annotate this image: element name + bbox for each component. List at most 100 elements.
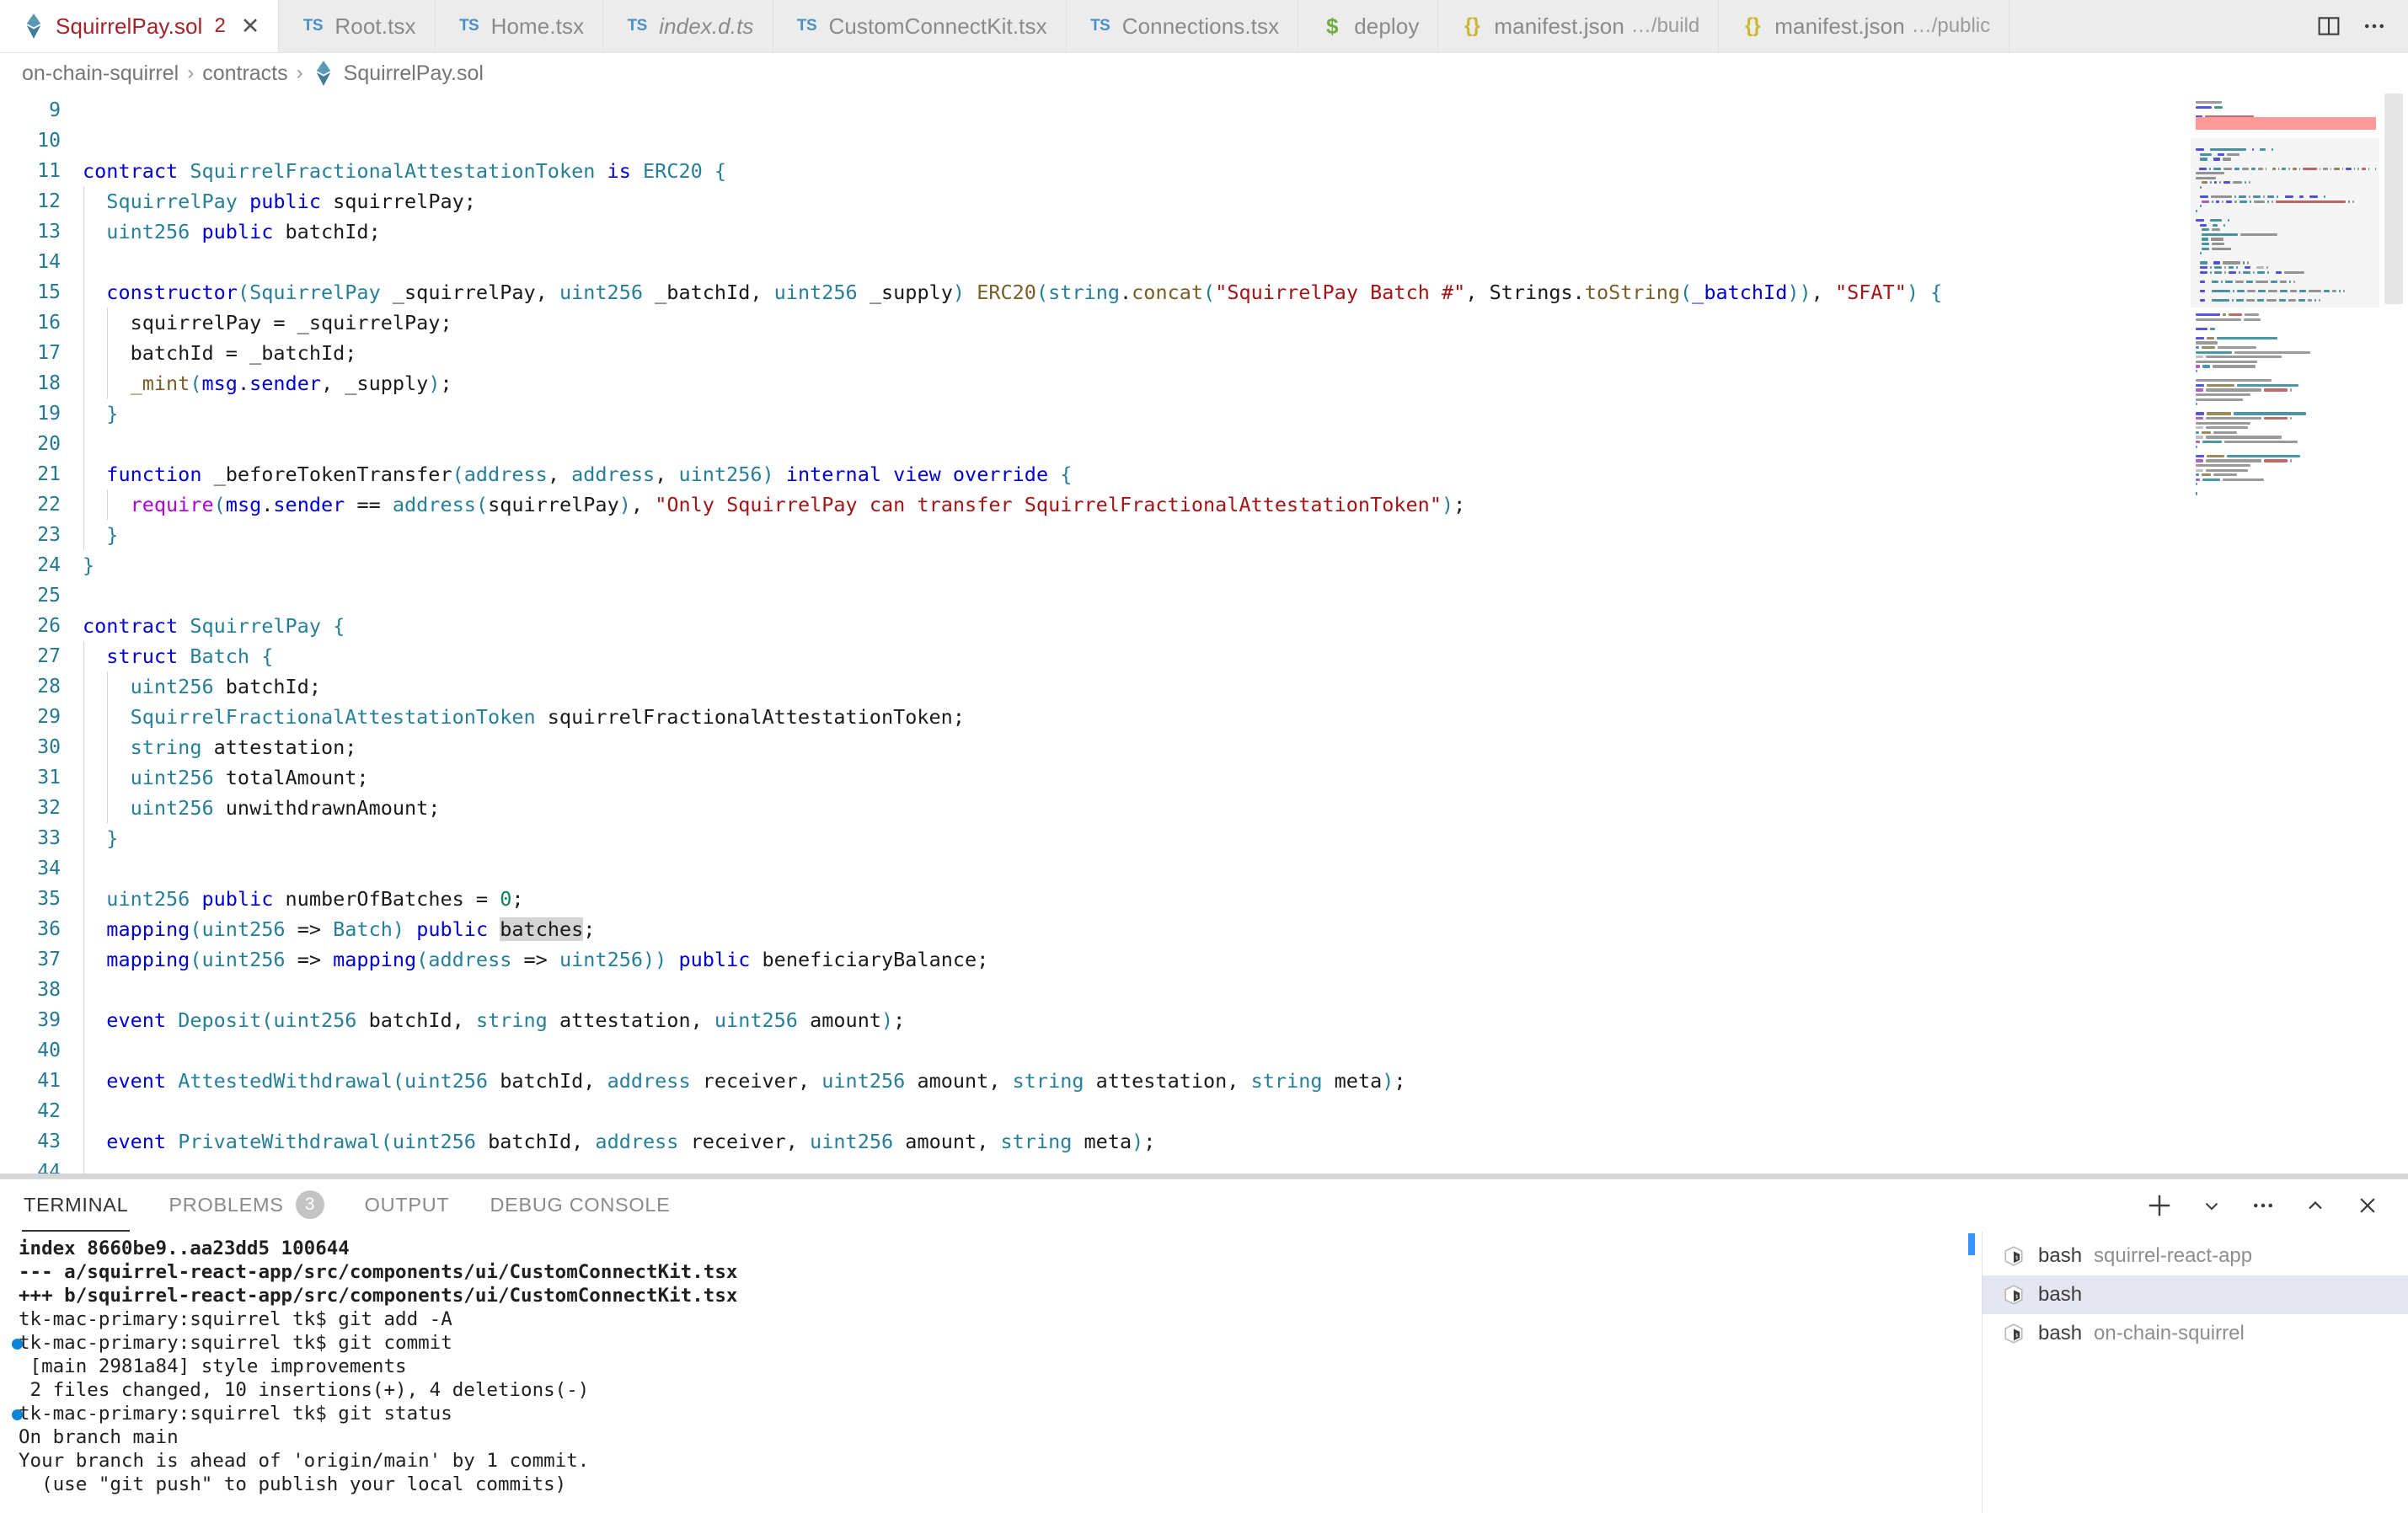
code-line[interactable]: } <box>83 823 2408 853</box>
panel-tab-output[interactable]: OUTPUT <box>363 1179 452 1232</box>
new-terminal-icon[interactable] <box>2147 1193 2172 1218</box>
breadcrumb-label: contracts <box>202 61 288 85</box>
code-token: uint256 <box>130 796 214 820</box>
breadcrumb-item-1[interactable]: contracts <box>202 61 287 86</box>
code-line[interactable]: mapping(uint256 => Batch) public batches… <box>83 914 2408 944</box>
line-number: 33 <box>37 827 61 849</box>
code-line[interactable] <box>83 1096 2408 1126</box>
code-token: ( <box>261 1008 274 1032</box>
code-line[interactable] <box>83 95 2408 126</box>
code-line[interactable]: } <box>83 520 2408 550</box>
code-token: require <box>130 493 214 516</box>
editor-tab-customconnectkit-tsx[interactable]: TS CustomConnectKit.tsx <box>773 0 1067 52</box>
code-line[interactable]: batchId = _batchId; <box>83 338 2408 368</box>
tab-label: SquirrelPay.sol <box>56 13 203 39</box>
minimap-slider[interactable] <box>2191 137 2379 308</box>
code-line[interactable]: function _beforeTokenTransfer(address, a… <box>83 459 2408 489</box>
code-token: ) <box>762 462 774 486</box>
code-line[interactable]: string attestation; <box>83 732 2408 762</box>
code-token: ; <box>1453 493 1466 516</box>
code-token: string <box>1250 1069 1323 1093</box>
code-line[interactable]: event AttestedWithdrawal(uint256 batchId… <box>83 1066 2408 1096</box>
panel-tab-terminal[interactable]: TERMINAL <box>22 1179 131 1232</box>
code-line[interactable]: contract SquirrelPay { <box>83 611 2408 641</box>
code-token: attestation; <box>201 735 357 759</box>
code-line[interactable]: uint256 unwithdrawnAmount; <box>83 793 2408 823</box>
code-line[interactable]: uint256 batchId; <box>83 671 2408 702</box>
editor-tab-squirrelpay-sol[interactable]: SquirrelPay.sol 2 ✕ <box>0 0 280 52</box>
breadcrumb[interactable]: on-chain-squirrel › contracts › SquirrelPay.… <box>0 53 2408 94</box>
code-line[interactable] <box>83 853 2408 884</box>
scrollbar-thumb[interactable] <box>2384 94 2403 304</box>
code-line[interactable]: constructor(SquirrelPay _squirrelPay, ui… <box>83 277 2408 307</box>
code-line[interactable]: SquirrelFractionalAttestationToken squir… <box>83 702 2408 732</box>
code-token: _mint <box>130 372 190 395</box>
maximize-panel-icon[interactable] <box>2304 1194 2327 1217</box>
code-line[interactable]: uint256 public batchId; <box>83 217 2408 247</box>
code-token: batchId; <box>273 220 381 243</box>
panel-tab-debug-console[interactable]: DEBUG CONSOLE <box>488 1179 672 1232</box>
code-line[interactable]: struct Batch { <box>83 641 2408 671</box>
code-line[interactable] <box>83 247 2408 277</box>
tab-label: CustomConnectKit.tsx <box>828 13 1047 39</box>
close-icon[interactable]: ✕ <box>241 14 260 38</box>
breadcrumb-item-2[interactable]: SquirrelPay.sol <box>312 61 484 86</box>
code-line[interactable]: require(msg.sender == address(squirrelPa… <box>83 489 2408 520</box>
code-line[interactable]: SquirrelPay public squirrelPay; <box>83 186 2408 217</box>
close-panel-icon[interactable] <box>2356 1194 2379 1217</box>
code-token: . <box>237 372 250 395</box>
code-line[interactable]: event PrivateWithdrawal(uint256 batchId,… <box>83 1126 2408 1157</box>
code-line[interactable] <box>83 580 2408 611</box>
editor-vertical-scrollbar[interactable] <box>2379 94 2408 1179</box>
code-line[interactable]: event Deposit(uint256 batchId, string at… <box>83 1005 2408 1035</box>
minimap[interactable] <box>2191 94 2379 1179</box>
terminal-name: bash <box>2038 1322 2083 1345</box>
code-line[interactable] <box>83 1035 2408 1066</box>
split-editor-icon[interactable] <box>2317 14 2341 38</box>
code-line[interactable] <box>83 975 2408 1005</box>
line-number: 12 <box>37 190 61 212</box>
panel-body: index 8660be9..aa23dd5 100644 --- a/squir… <box>0 1232 2408 1513</box>
code-token: } <box>106 523 119 547</box>
editor-tab-manifest-json[interactable]: {} manifest.json …/public <box>1719 0 2010 52</box>
terminal-dropdown-icon[interactable] <box>2201 1195 2223 1216</box>
breadcrumb-item-0[interactable]: on-chain-squirrel <box>22 61 179 86</box>
code-token: amount <box>797 1008 881 1032</box>
highlighted-word: batches <box>500 917 584 941</box>
editor-tab-home-tsx[interactable]: TS Home.tsx <box>435 0 604 52</box>
terminal-list-item[interactable]: $_ bash squirrel-react-app <box>1983 1237 2408 1275</box>
terminal-output[interactable]: index 8660be9..aa23dd5 100644 --- a/squir… <box>0 1232 1982 1513</box>
code-token: event <box>106 1130 167 1153</box>
editor-tab-deploy[interactable]: $ deploy <box>1298 0 1439 52</box>
code-line[interactable]: } <box>83 398 2408 429</box>
more-actions-icon[interactable] <box>2363 14 2386 38</box>
editor-tab-root-tsx[interactable]: TS Root.tsx <box>279 0 436 52</box>
breadcrumb-separator: › <box>296 61 303 84</box>
code-content[interactable]: contract SquirrelFractionalAttestationTo… <box>83 94 2408 1179</box>
panel-tab-label: OUTPUT <box>364 1193 450 1216</box>
panel-tab-problems[interactable]: PROBLEMS 3 <box>167 1179 325 1232</box>
code-editor[interactable]: 9 10 11 12 13 14 15 16 17 18 19 20 21 22 23 24 25 26 27 28 2… <box>0 94 2408 1179</box>
code-line[interactable]: contract SquirrelFractionalAttestationTo… <box>83 156 2408 186</box>
code-line[interactable]: uint256 public numberOfBatches = 0; <box>83 884 2408 914</box>
code-line[interactable]: squirrelPay = _squirrelPay; <box>83 307 2408 338</box>
terminal-list-item[interactable]: $_ bash <box>1983 1275 2408 1314</box>
code-line[interactable]: mapping(uint256 => mapping(address => ui… <box>83 944 2408 975</box>
terminal-instances-list[interactable]: $_ bash squirrel-react-app $_ bash $_ bash on-c… <box>1982 1232 2408 1513</box>
editor-horizontal-scrollbar[interactable] <box>0 1174 2408 1179</box>
code-line[interactable] <box>83 126 2408 156</box>
code-line[interactable]: _mint(msg.sender, _supply); <box>83 368 2408 398</box>
code-token: ) <box>881 1008 894 1032</box>
terminal-list-item[interactable]: $_ bash on-chain-squirrel <box>1983 1314 2408 1353</box>
code-token: ) <box>392 917 405 941</box>
code-line[interactable] <box>83 429 2408 459</box>
code-line[interactable]: } <box>83 550 2408 580</box>
editor-tab-connections-tsx[interactable]: TS Connections.tsx <box>1066 0 1299 52</box>
panel-more-actions-icon[interactable] <box>2251 1194 2275 1217</box>
editor-tab-manifest-json[interactable]: {} manifest.json …/build <box>1438 0 1720 52</box>
editor-tab-index-d-ts[interactable]: TS index.d.ts <box>603 0 773 52</box>
code-line[interactable]: uint256 totalAmount; <box>83 762 2408 793</box>
